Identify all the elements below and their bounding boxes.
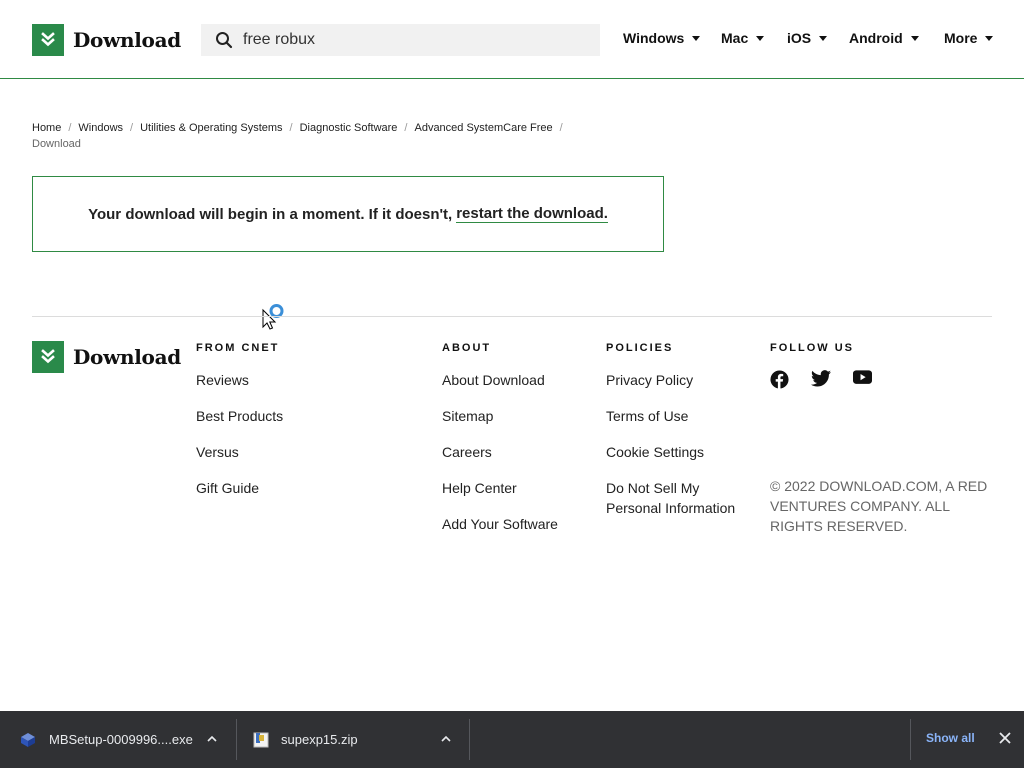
footer-link-help-center[interactable]: Help Center: [442, 478, 558, 498]
zip-file-icon: [253, 732, 269, 747]
nav-windows[interactable]: Windows: [623, 30, 701, 46]
breadcrumb-separator: /: [404, 122, 408, 134]
site-header: Download Windows Mac iOS Android More: [0, 0, 1024, 79]
chevron-up-icon[interactable]: [206, 733, 218, 745]
search-icon: [216, 32, 233, 49]
nav-mac[interactable]: Mac: [721, 30, 765, 46]
footer-link-add-software[interactable]: Add Your Software: [442, 514, 558, 534]
busy-cursor-icon: [261, 303, 287, 336]
footer-link-sitemap[interactable]: Sitemap: [442, 406, 558, 426]
footer-link-do-not-sell[interactable]: Do Not Sell My Personal Information: [606, 478, 756, 518]
download-logo[interactable]: Download: [32, 24, 181, 56]
breadcrumb: Home / Windows / Utilities & Operating Syste…: [32, 120, 632, 152]
notice-text: Your download will begin in a moment. If…: [88, 205, 453, 223]
footer-link-reviews[interactable]: Reviews: [196, 370, 283, 390]
social-links: [770, 370, 872, 389]
breadcrumb-separator: /: [68, 122, 72, 134]
download-bar: MBSetup-0009996....exe supexp15.zip Show…: [0, 711, 1024, 768]
footer-heading-about: ABOUT: [442, 342, 492, 354]
footer-heading-from-cnet: FROM CNET: [196, 342, 280, 354]
download-item-name: supexp15.zip: [281, 732, 358, 747]
nav-ios[interactable]: iOS: [787, 30, 828, 46]
footer-link-gift-guide[interactable]: Gift Guide: [196, 478, 283, 498]
installer-file-icon: [21, 732, 35, 747]
restart-download-link[interactable]: restart the download.: [456, 205, 608, 223]
footer-col-follow-us: FOLLOW US: [770, 342, 872, 389]
caret-down-icon: [756, 36, 765, 41]
footer-col-policies: POLICIES Privacy Policy Terms of Use Coo…: [606, 342, 756, 534]
download-notice: Your download will begin in a moment. If…: [32, 176, 664, 252]
footer-heading-policies: POLICIES: [606, 342, 674, 354]
show-all-button[interactable]: Show all: [926, 731, 975, 745]
nav-android-label: Android: [849, 30, 903, 46]
download-logo-icon: [32, 24, 64, 56]
brand-name: Download: [73, 28, 181, 52]
nav-more[interactable]: More: [944, 30, 994, 46]
nav-android[interactable]: Android: [849, 30, 919, 46]
breadcrumb-separator: /: [130, 122, 134, 134]
twitter-icon[interactable]: [811, 370, 831, 387]
download-logo-icon: [32, 341, 64, 373]
footer-divider: [32, 316, 992, 317]
caret-down-icon: [692, 36, 701, 41]
copyright-text: © 2022 DOWNLOAD.COM, A RED VENTURES COMP…: [770, 478, 988, 534]
footer-link-about-download[interactable]: About Download: [442, 370, 558, 390]
footer-col-from-cnet: FROM CNET Reviews Best Products Versus G…: [196, 342, 283, 514]
download-item-separator: [236, 719, 237, 760]
breadcrumb-separator: /: [289, 122, 293, 134]
footer-link-best-products[interactable]: Best Products: [196, 406, 283, 426]
footer-link-privacy-policy[interactable]: Privacy Policy: [606, 370, 756, 390]
search-box[interactable]: [201, 24, 600, 56]
download-item-name: MBSetup-0009996....exe: [49, 732, 193, 747]
download-bar-separator: [910, 719, 911, 760]
search-input[interactable]: [243, 31, 573, 49]
breadcrumb-separator: /: [559, 122, 563, 134]
caret-down-icon: [819, 36, 828, 41]
breadcrumb-windows[interactable]: Windows: [78, 122, 123, 134]
footer-link-careers[interactable]: Careers: [442, 442, 558, 462]
footer-col-about: ABOUT About Download Sitemap Careers Hel…: [442, 342, 558, 550]
footer-link-versus[interactable]: Versus: [196, 442, 283, 462]
footer-heading-follow-us: FOLLOW US: [770, 342, 854, 354]
nav-windows-label: Windows: [623, 30, 685, 46]
caret-down-icon: [910, 36, 919, 41]
download-item-separator: [469, 719, 470, 760]
breadcrumb-home[interactable]: Home: [32, 122, 61, 134]
download-item[interactable]: supexp15.zip: [253, 711, 358, 768]
breadcrumb-diagnostic[interactable]: Diagnostic Software: [300, 122, 398, 134]
chevron-up-icon[interactable]: [440, 733, 452, 745]
close-icon[interactable]: [998, 731, 1012, 745]
footer-download-logo[interactable]: Download: [32, 341, 181, 373]
caret-down-icon: [985, 36, 994, 41]
nav-mac-label: Mac: [721, 30, 749, 46]
breadcrumb-utilities[interactable]: Utilities & Operating Systems: [140, 122, 282, 134]
footer-link-cookie-settings[interactable]: Cookie Settings: [606, 442, 756, 462]
nav-ios-label: iOS: [787, 30, 812, 46]
youtube-icon[interactable]: [853, 370, 872, 385]
footer-link-terms-of-use[interactable]: Terms of Use: [606, 406, 756, 426]
footer-brand-name: Download: [73, 345, 181, 369]
download-item[interactable]: MBSetup-0009996....exe: [19, 711, 193, 768]
breadcrumb-advanced-systemcare[interactable]: Advanced SystemCare Free: [414, 122, 552, 134]
breadcrumb-current: Download: [32, 138, 81, 150]
facebook-icon[interactable]: [770, 370, 789, 389]
nav-more-label: More: [944, 30, 978, 46]
